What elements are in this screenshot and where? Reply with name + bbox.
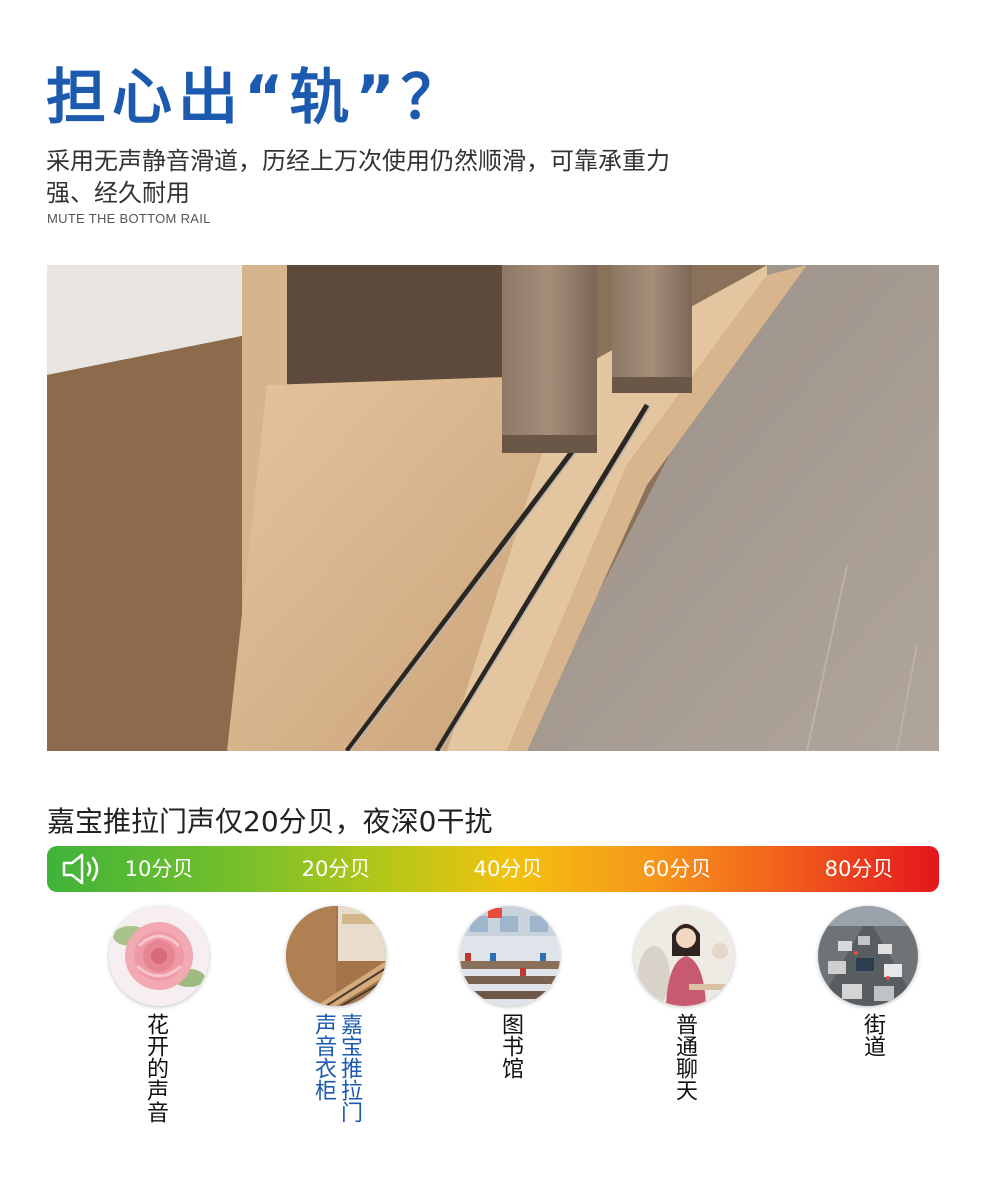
level-label: 80分贝 [824, 857, 894, 881]
library-photo [460, 906, 560, 1006]
example-wardrobe [286, 906, 386, 1006]
example-label-library: 图书馆 [498, 1013, 523, 1079]
example-library [460, 906, 560, 1006]
example-street [818, 906, 918, 1006]
level-label: 40分贝 [473, 857, 543, 881]
description-english: MUTE THE BOTTOM RAIL [47, 211, 211, 226]
example-label-wardrobe: 嘉宝推拉门声音衣柜 [311, 1013, 362, 1123]
street-traffic-photo [818, 906, 918, 1006]
cafe-chat-photo [634, 906, 734, 1006]
description: 采用无声静音滑道，历经上万次使用仍然顺滑，可靠承重力强、经久耐用 [46, 147, 670, 207]
example-rose [109, 906, 209, 1006]
headline: 担心出“轨”？ [46, 63, 467, 133]
example-label-chat: 普通聊天 [672, 1013, 697, 1101]
example-chat [634, 906, 734, 1006]
example-label-street: 街道 [860, 1013, 885, 1057]
example-label-flower: 花开的声音 [143, 1013, 168, 1123]
rail-product-photo [47, 265, 939, 751]
wardrobe-door-photo [286, 906, 386, 1006]
level-label: 20分贝 [301, 857, 371, 881]
noise-title: 嘉宝推拉门声仅20分贝，夜深0干扰 [47, 805, 493, 838]
speaker-icon [62, 853, 99, 885]
rose-photo [109, 906, 209, 1006]
level-label: 10分贝 [124, 857, 194, 881]
decibel-scale-bar: 10分贝 20分贝 40分贝 60分贝 80分贝 [47, 846, 939, 892]
level-label: 60分贝 [642, 857, 712, 881]
